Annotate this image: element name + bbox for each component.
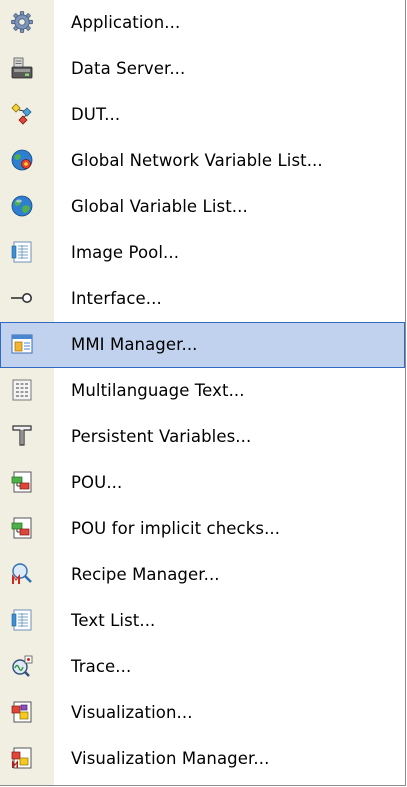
trace-icon xyxy=(12,655,33,677)
menu-item-trace[interactable]: Trace... xyxy=(0,644,405,690)
persistent-variables-icon xyxy=(12,425,32,446)
menu-item-pou[interactable]: POU... xyxy=(0,460,405,506)
add-object-context-menu: Application... Data Server... DUT... Glo… xyxy=(0,0,406,786)
image-pool-icon xyxy=(11,241,32,263)
menu-items: Application... Data Server... DUT... Glo… xyxy=(0,0,405,782)
menu-item-label: Global Variable List... xyxy=(71,197,248,216)
dut-icon xyxy=(11,103,32,125)
menu-item-label: Text List... xyxy=(71,611,156,630)
interface-icon xyxy=(11,293,32,303)
menu-item-multilanguage-text[interactable]: Multilanguage Text... xyxy=(0,368,405,414)
menu-item-label: Persistent Variables... xyxy=(71,427,252,446)
menu-item-global-variable-list[interactable]: Global Variable List... xyxy=(0,184,405,230)
menu-item-label: Global Network Variable List... xyxy=(71,151,323,170)
data-server-icon xyxy=(11,57,33,79)
pou-implicit-checks-icon xyxy=(11,517,32,539)
globe-icon xyxy=(11,195,33,217)
text-list-icon xyxy=(11,609,32,631)
menu-item-dut[interactable]: DUT... xyxy=(0,92,405,138)
menu-item-label: POU for implicit checks... xyxy=(71,519,281,538)
recipe-manager-icon xyxy=(12,563,32,584)
multilanguage-text-icon xyxy=(12,379,32,401)
menu-item-label: MMI Manager... xyxy=(71,335,198,354)
globe-network-icon xyxy=(11,149,33,171)
menu-item-global-network-variable-list[interactable]: Global Network Variable List... xyxy=(0,138,405,184)
menu-item-label: Multilanguage Text... xyxy=(71,381,245,400)
menu-item-data-server[interactable]: Data Server... xyxy=(0,46,405,92)
menu-item-text-list[interactable]: Text List... xyxy=(0,598,405,644)
gear-icon xyxy=(11,11,33,33)
menu-item-visualization-manager[interactable]: Visualization Manager... xyxy=(0,736,405,782)
menu-item-label: Trace... xyxy=(71,657,132,676)
menu-item-label: POU... xyxy=(71,473,123,492)
menu-item-label: Visualization... xyxy=(71,703,193,722)
menu-item-pou-for-implicit-checks[interactable]: POU for implicit checks... xyxy=(0,506,405,552)
menu-item-label: Visualization Manager... xyxy=(71,749,270,768)
menu-item-image-pool[interactable]: Image Pool... xyxy=(0,230,405,276)
menu-item-visualization[interactable]: Visualization... xyxy=(0,690,405,736)
menu-item-application[interactable]: Application... xyxy=(0,0,405,46)
menu-item-recipe-manager[interactable]: Recipe Manager... xyxy=(0,552,405,598)
visualization-icon xyxy=(11,701,32,723)
menu-item-interface[interactable]: Interface... xyxy=(0,276,405,322)
menu-item-label: Recipe Manager... xyxy=(71,565,220,584)
mmi-manager-icon xyxy=(11,334,33,354)
menu-item-mmi-manager[interactable]: MMI Manager... xyxy=(0,322,405,368)
menu-item-persistent-variables[interactable]: Persistent Variables... xyxy=(0,414,405,460)
pou-icon xyxy=(11,471,32,493)
menu-item-label: Application... xyxy=(71,13,181,32)
menu-item-label: Image Pool... xyxy=(71,243,180,262)
menu-item-label: DUT... xyxy=(71,105,121,124)
menu-item-label: Interface... xyxy=(71,289,162,308)
visualization-manager-icon xyxy=(11,747,32,769)
menu-item-label: Data Server... xyxy=(71,59,186,78)
